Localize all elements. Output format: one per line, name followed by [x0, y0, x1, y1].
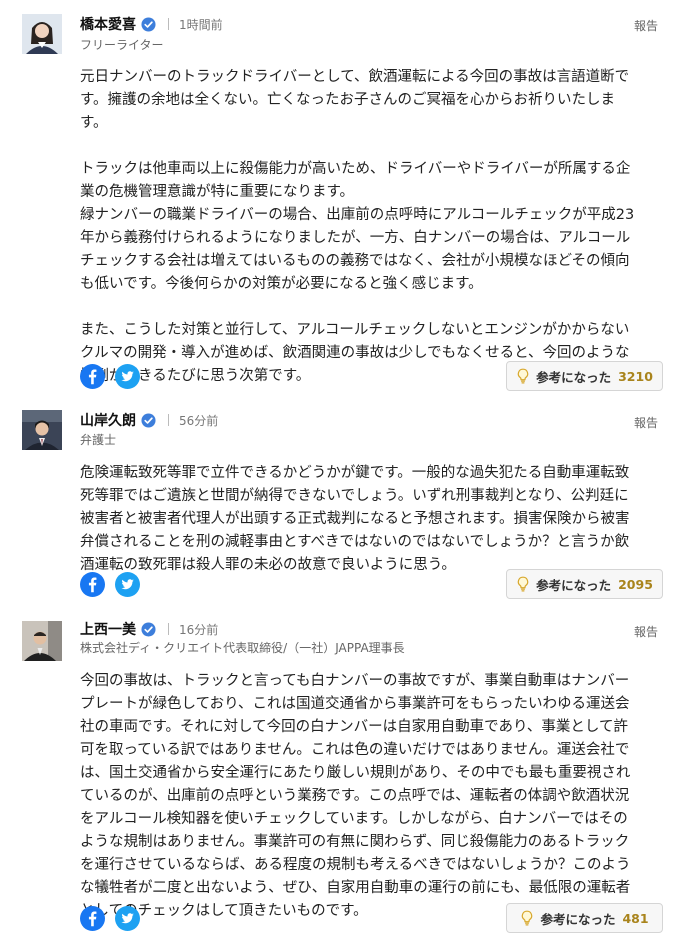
- author-role: 株式会社ディ・クリエイト代表取締役/（一社）JAPPA理事長: [80, 641, 405, 655]
- separator: [168, 623, 169, 635]
- comment-paragraph: 今回の事故は、トラックと言っても白ナンバーの事故ですが、事業自動車はナンバー プ…: [80, 673, 631, 919]
- comment-paragraph: 元日ナンバーのトラックドライバーとして、飲酒運転による今回の事故は言語道断で す…: [80, 69, 630, 131]
- separator: [168, 18, 169, 30]
- author-row: 山岸久朗 56分前: [80, 411, 218, 429]
- lightbulb-icon: [522, 910, 533, 926]
- comment-body: 危険運転致死等罪で立件できるかどうかが鍵です。一般的な過失犯たる自動車運転致 死…: [80, 462, 660, 577]
- report-link[interactable]: 報告: [634, 414, 658, 431]
- share-buttons: [80, 906, 140, 931]
- comment-body: 元日ナンバーのトラックドライバーとして、飲酒運転による今回の事故は言語道断で す…: [80, 66, 660, 388]
- facebook-icon[interactable]: [80, 364, 105, 389]
- helpful-count: 2095: [618, 576, 653, 592]
- helpful-button[interactable]: 参考になった 2095: [506, 569, 663, 599]
- helpful-count: 3210: [618, 368, 653, 384]
- avatar[interactable]: [22, 14, 62, 54]
- share-buttons: [80, 572, 140, 597]
- author-row: 橋本愛喜 1時間前: [80, 15, 223, 33]
- twitter-icon[interactable]: [115, 572, 140, 597]
- facebook-icon[interactable]: [80, 572, 105, 597]
- twitter-icon[interactable]: [115, 364, 140, 389]
- timestamp: 56分前: [179, 413, 219, 428]
- share-buttons: [80, 364, 140, 389]
- helpful-label: 参考になった: [536, 369, 612, 385]
- author-role: フリーライター: [80, 38, 164, 52]
- helpful-count: 481: [622, 910, 649, 926]
- lightbulb-icon: [517, 368, 529, 384]
- comment-card: 上西一美 16分前 株式会社ディ・クリエイト代表取締役/（一社）JAPPA理事長…: [0, 608, 689, 949]
- helpful-label: 参考になった: [540, 911, 616, 927]
- verified-check-icon: [141, 621, 156, 637]
- author-role: 弁護士: [80, 433, 117, 447]
- verified-check-icon: [141, 16, 156, 32]
- author-name[interactable]: 山岸久朗: [80, 410, 136, 430]
- timestamp: 16分前: [179, 622, 219, 637]
- report-link[interactable]: 報告: [634, 17, 658, 34]
- verified-check-icon: [141, 412, 156, 428]
- helpful-button[interactable]: 参考になった 3210: [506, 361, 663, 391]
- author-name[interactable]: 橋本愛喜: [80, 14, 136, 34]
- comment-card: 山岸久朗 56分前 弁護士 報告 危険運転致死等罪で立件できるかどうかが鍵です。…: [0, 397, 689, 608]
- twitter-icon[interactable]: [115, 906, 140, 931]
- avatar[interactable]: [22, 410, 62, 450]
- author-row: 上西一美 16分前: [80, 620, 218, 638]
- lightbulb-icon: [517, 576, 529, 592]
- timestamp: 1時間前: [179, 17, 223, 32]
- comment-paragraph: 危険運転致死等罪で立件できるかどうかが鍵です。一般的な過失犯たる自動車運転致 死…: [80, 465, 630, 573]
- facebook-icon[interactable]: [80, 906, 105, 931]
- helpful-label: 参考になった: [536, 577, 612, 593]
- author-name[interactable]: 上西一美: [80, 619, 136, 639]
- comment-body: 今回の事故は、トラックと言っても白ナンバーの事故ですが、事業自動車はナンバー プ…: [80, 670, 660, 923]
- helpful-button[interactable]: 参考になった 481: [506, 903, 663, 933]
- report-link[interactable]: 報告: [634, 623, 658, 640]
- avatar[interactable]: [22, 621, 62, 661]
- comment-paragraph: トラックは他車両以上に殺傷能力が高いため、ドライバーやドライバーが所属する企 業…: [80, 161, 635, 292]
- separator: [168, 414, 169, 426]
- comment-card: 橋本愛喜 1時間前 フリーライター 報告 元日ナンバーのトラックドライバーとして…: [0, 0, 689, 397]
